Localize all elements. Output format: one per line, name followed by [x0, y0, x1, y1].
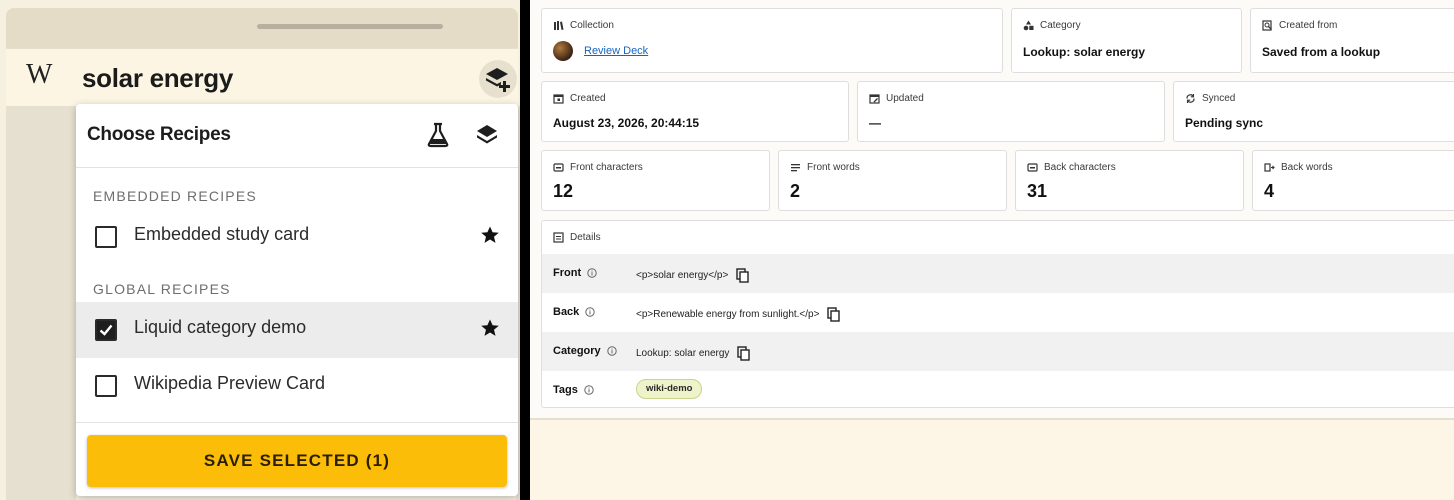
tag-chip[interactable]: wiki-demo: [636, 379, 703, 399]
section-label-embedded: EMBEDDED RECIPES: [93, 188, 257, 204]
created-from-label: Created from: [1279, 20, 1338, 31]
front-words-value: 2: [790, 181, 801, 201]
star-icon[interactable]: [480, 318, 500, 338]
detail-row-front: Front <p>solar energy</p>: [542, 254, 1454, 293]
created-from-card: Created from Saved from a lookup: [1250, 8, 1454, 73]
category-icon: [1023, 20, 1034, 31]
back-characters-value: 31: [1027, 181, 1048, 201]
detail-value: <p>Renewable energy from sunlight.</p>: [636, 309, 820, 320]
recipe-label: Embedded study card: [134, 224, 310, 244]
collection-avatar: [553, 41, 573, 61]
backdrop-left: [6, 106, 76, 500]
detail-key: Back: [553, 306, 580, 318]
front-characters-value: 12: [553, 181, 574, 201]
details-card: Details Front <p>solar energy</p> Back <…: [541, 220, 1454, 408]
flask-icon[interactable]: [426, 122, 450, 153]
front-characters-card: Front characters 12: [541, 150, 770, 211]
section-label-global: GLOBAL RECIPES: [93, 281, 231, 297]
detail-key: Front: [553, 267, 582, 279]
card-details-panel: Collection Review Deck Category Lookup: …: [530, 0, 1454, 500]
recipe-label: Liquid category demo: [134, 317, 307, 337]
info-icon[interactable]: [585, 307, 595, 317]
details-content: Collection Review Deck Category Lookup: …: [530, 0, 1454, 420]
created-value: August 23, 2026, 20:44:15: [553, 116, 700, 130]
collection-icon: [554, 21, 564, 30]
recipe-row-wikipedia-preview-card[interactable]: Wikipedia Preview Card: [76, 358, 518, 414]
words-icon: [791, 164, 800, 172]
details-icon: [553, 232, 564, 243]
front-words-label: Front words: [807, 162, 860, 173]
recipe-checkbox[interactable]: [95, 375, 117, 397]
calendar-icon: [553, 94, 564, 104]
collection-label: Collection: [570, 20, 614, 31]
search-query: solar energy: [82, 63, 234, 93]
back-words-card: Back words 4: [1252, 150, 1454, 211]
copy-icon[interactable]: [736, 268, 749, 283]
recipe-label: Wikipedia Preview Card: [134, 373, 326, 393]
recipe-row-liquid-category-demo[interactable]: Liquid category demo: [76, 302, 518, 358]
synced-label: Synced: [1202, 93, 1236, 104]
collection-card: Collection Review Deck: [541, 8, 1003, 73]
calendar-edit-icon: [869, 94, 880, 104]
star-icon[interactable]: [480, 225, 500, 245]
detail-key: Category: [553, 345, 601, 357]
recipe-checkbox[interactable]: [95, 319, 117, 341]
characters-icon: [1027, 163, 1038, 172]
created-label: Created: [570, 93, 606, 104]
info-icon[interactable]: [584, 385, 594, 395]
detail-key: Tags: [553, 384, 578, 396]
collection-link[interactable]: Review Deck: [584, 45, 648, 57]
recipe-picker-panel: W solar energy Choose Recipes EMBEDDED R…: [0, 0, 520, 500]
sync-icon: [1186, 94, 1195, 103]
screen-divider: [520, 0, 530, 500]
popover-footer: SAVE SELECTED (1): [76, 422, 518, 496]
info-icon[interactable]: [587, 268, 597, 278]
info-icon[interactable]: [606, 346, 617, 356]
recipe-row-embedded-study-card[interactable]: Embedded study card: [76, 209, 518, 265]
created-from-icon: [1262, 20, 1272, 31]
layers-plus-icon: [486, 68, 510, 92]
copy-icon[interactable]: [827, 307, 841, 322]
category-label: Category: [1040, 20, 1081, 31]
back-words-value: 4: [1264, 181, 1275, 201]
save-selected-button[interactable]: SAVE SELECTED (1): [87, 435, 507, 487]
created-from-value: Saved from a lookup: [1262, 45, 1381, 59]
check-icon: [99, 324, 113, 336]
detail-row-back: Back <p>Renewable energy from sunlight.<…: [542, 293, 1454, 332]
category-card: Category Lookup: solar energy: [1011, 8, 1242, 73]
copy-icon[interactable]: [737, 346, 751, 361]
front-words-card: Front words 2: [778, 150, 1007, 211]
created-card: Created August 23, 2026, 20:44:15: [541, 81, 849, 142]
drag-handle[interactable]: [257, 24, 443, 29]
detail-row-tags: Tags wiki-demo: [542, 371, 1454, 410]
layers-icon[interactable]: [475, 122, 499, 153]
popover-header: Choose Recipes: [76, 104, 518, 168]
synced-value: Pending sync: [1185, 116, 1264, 130]
words-icon: [1264, 163, 1275, 172]
back-characters-card: Back characters 31: [1015, 150, 1244, 211]
add-recipe-button[interactable]: [479, 60, 517, 98]
detail-row-category: Category Lookup: solar energy: [542, 332, 1454, 371]
detail-value: <p>solar energy</p>: [636, 270, 729, 281]
back-words-label: Back words: [1281, 162, 1333, 173]
updated-value: —: [869, 116, 881, 130]
updated-label: Updated: [886, 93, 924, 104]
search-row: W solar energy: [6, 48, 518, 106]
synced-card: Synced Pending sync: [1173, 81, 1454, 142]
details-label: Details: [570, 232, 601, 243]
wikipedia-logo: W: [26, 59, 53, 90]
detail-value: Lookup: solar energy: [636, 348, 730, 359]
category-value: Lookup: solar energy: [1023, 45, 1146, 59]
popover-title: Choose Recipes: [87, 124, 231, 145]
choose-recipes-popover: Choose Recipes EMBEDDED RECIPES Embedded…: [76, 104, 518, 496]
characters-icon: [553, 163, 564, 172]
recipe-checkbox[interactable]: [95, 226, 117, 248]
back-characters-label: Back characters: [1044, 162, 1116, 173]
updated-card: Updated —: [857, 81, 1165, 142]
front-characters-label: Front characters: [570, 162, 643, 173]
